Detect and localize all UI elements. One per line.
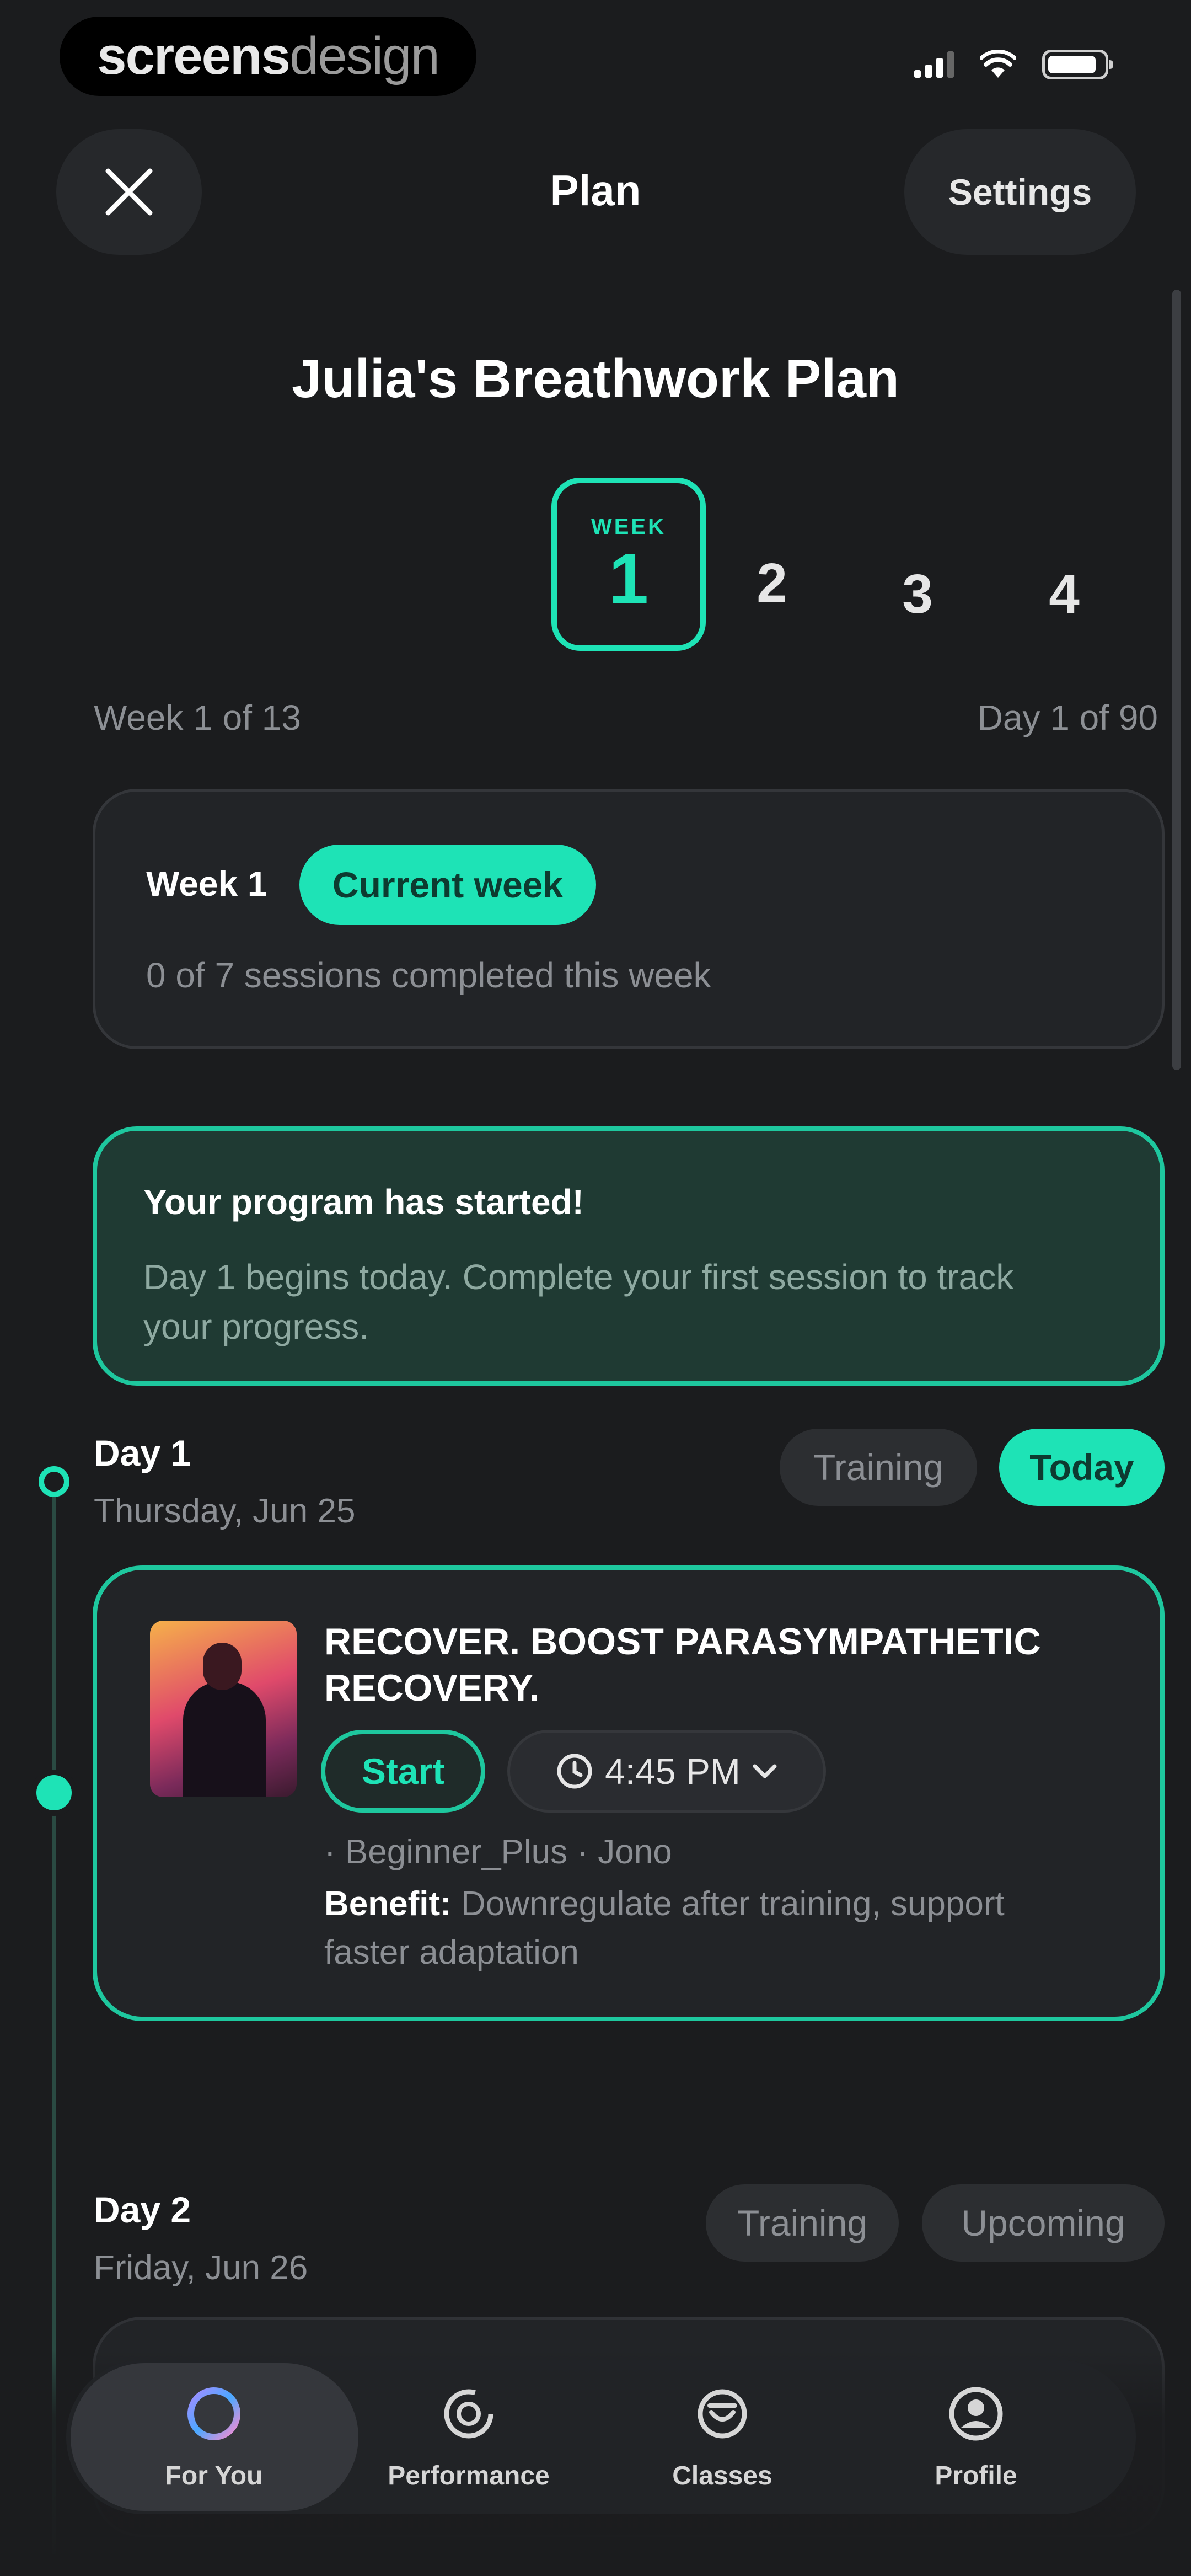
brand-bold: screens <box>97 26 291 85</box>
week-tab-4[interactable]: 4 <box>1020 563 1108 626</box>
program-started-card: Your program has started! Day 1 begins t… <box>93 1126 1165 1386</box>
profile-icon <box>949 2387 1003 2440</box>
day-1-status-badge: Today <box>999 1429 1165 1506</box>
week-card-title: Week 1 <box>146 864 267 904</box>
day-1-type-tag: Training <box>780 1429 977 1506</box>
status-icons <box>914 50 1113 79</box>
brand-light: design <box>289 26 440 85</box>
nav-item-for-you[interactable]: For You <box>104 2365 324 2509</box>
day-2-status-badge: Upcoming <box>922 2184 1165 2262</box>
day-progress: Day 1 of 90 <box>977 698 1158 737</box>
nav-item-profile[interactable]: Profile <box>866 2365 1086 2509</box>
nav-label: Performance <box>388 2461 550 2491</box>
benefit-label: Benefit: <box>324 1885 452 1923</box>
day-1-date: Thursday, Jun 25 <box>94 1492 356 1530</box>
close-button[interactable] <box>56 129 202 255</box>
time-selector[interactable]: 4:45 PM <box>507 1730 826 1813</box>
timeline-dot-day-1 <box>39 1466 69 1497</box>
clock-icon <box>557 1754 592 1789</box>
nav-label: For You <box>165 2461 263 2491</box>
session-meta: · Beginner_Plus · Jono <box>324 1833 672 1871</box>
day-2-type-tag: Training <box>706 2184 899 2262</box>
start-button[interactable]: Start <box>321 1730 485 1813</box>
circle-icon <box>187 2387 240 2440</box>
wifi-icon <box>980 50 1016 78</box>
week-summary-card: Week 1 Current week 0 of 7 sessions comp… <box>93 789 1165 1049</box>
session-time: 4:45 PM <box>605 1751 741 1792</box>
session-benefit: Benefit: Downregulate after training, su… <box>324 1880 1085 1977</box>
nav-item-classes[interactable]: Classes <box>612 2365 833 2509</box>
week-tab-number: 1 <box>608 538 649 619</box>
day-1-title: Day 1 <box>94 1433 191 1473</box>
current-week-badge: Current week <box>299 845 596 925</box>
week-tab-1[interactable]: WEEK 1 <box>551 478 706 651</box>
nav-label: Profile <box>935 2461 1017 2491</box>
page-title: Plan <box>550 166 641 215</box>
week-tab-label: WEEK <box>591 514 666 539</box>
plan-title: Julia's Breathwork Plan <box>292 348 899 409</box>
settings-button[interactable]: Settings <box>904 129 1136 255</box>
session-thumbnail <box>150 1621 297 1797</box>
week-tab-3[interactable]: 3 <box>873 563 962 626</box>
signal-icon <box>914 51 954 78</box>
sessions-completed: 0 of 7 sessions completed this week <box>146 955 711 995</box>
session-title: RECOVER. BOOST PARASYMPATHETIC RECOVERY. <box>324 1621 1041 1709</box>
week-progress: Week 1 of 13 <box>94 698 301 737</box>
nav-label: Classes <box>672 2461 772 2491</box>
performance-icon <box>444 2389 493 2438</box>
chevron-down-icon <box>753 1764 777 1778</box>
day-2-title: Day 2 <box>94 2189 191 2230</box>
timeline-dot-session <box>36 1775 72 1810</box>
day-2-date: Friday, Jun 26 <box>94 2249 308 2287</box>
program-started-title: Your program has started! <box>143 1182 584 1222</box>
program-started-description: Day 1 begins today. Complete your first … <box>143 1257 1014 1346</box>
brand-watermark: screens design <box>60 17 476 96</box>
classes-icon <box>698 2389 747 2438</box>
session-card[interactable]: RECOVER. BOOST PARASYMPATHETIC RECOVERY.… <box>93 1565 1165 2021</box>
close-icon <box>105 168 153 216</box>
week-tab-2[interactable]: 2 <box>728 552 816 615</box>
nav-item-performance[interactable]: Performance <box>358 2365 579 2509</box>
battery-icon <box>1042 50 1113 79</box>
